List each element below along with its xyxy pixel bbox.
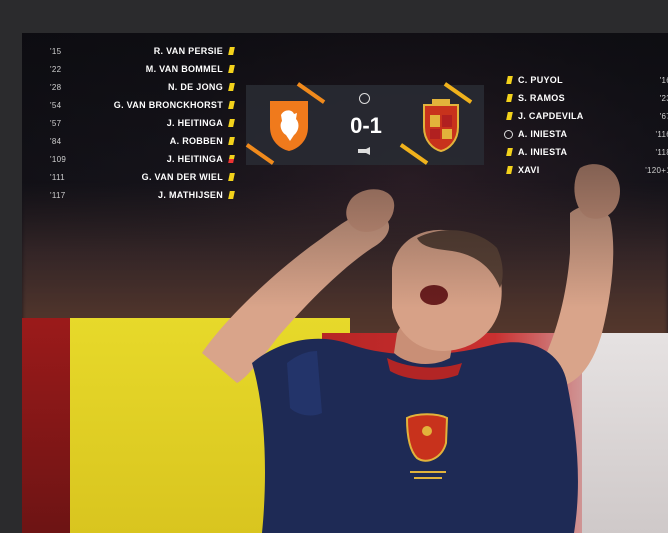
second-yellow-card-icon <box>228 155 235 163</box>
yellow-card-icon <box>228 101 235 109</box>
event-player: J. CAPDEVILA <box>518 111 584 121</box>
yellow-card-icon <box>506 166 513 174</box>
event-minute: '57 <box>50 118 62 128</box>
event-player: J. MATHIJSEN <box>158 190 223 200</box>
event-player: A. INIESTA <box>518 147 568 157</box>
home-event: '57 J. HEITINGA <box>50 114 240 132</box>
event-minute: '15 <box>50 46 62 56</box>
event-player: C. PUYOL <box>518 75 563 85</box>
yellow-card-icon <box>228 173 235 181</box>
event-minute: '28 <box>50 82 62 92</box>
spain-crest-icon <box>423 99 459 153</box>
event-minute: '118 <box>655 147 668 157</box>
yellow-card-icon <box>228 137 235 145</box>
photo-frame: '15 R. VAN PERSIE '22 M. VAN BOMMEL '28 N. … <box>22 33 668 533</box>
netherlands-crest-icon <box>270 101 308 151</box>
event-player: A. ROBBEN <box>169 136 223 146</box>
away-event: XAVI '120+1 <box>501 161 668 179</box>
away-events-list: C. PUYOL'16 S. RAMOS'23 J. CAPDEVILA'67 … <box>501 71 668 179</box>
event-minute: '23 <box>659 93 668 103</box>
home-event: '109 J. HEITINGA <box>50 150 240 168</box>
scoreboard: 0-1 <box>245 82 484 165</box>
event-minute: '111 <box>50 172 65 182</box>
event-minute: '54 <box>50 100 62 110</box>
yellow-card-icon <box>228 65 235 73</box>
event-player: XAVI <box>518 165 540 175</box>
event-player: G. VAN DER WIEL <box>141 172 223 182</box>
away-event: S. RAMOS '23 <box>501 89 668 107</box>
home-event: '22 M. VAN BOMMEL <box>50 60 240 78</box>
yellow-card-icon <box>506 76 513 84</box>
event-player: S. RAMOS <box>518 93 565 103</box>
whistle-icon <box>358 147 370 155</box>
away-event: C. PUYOL '16 <box>501 71 668 89</box>
event-minute: '22 <box>50 64 62 74</box>
event-minute: '120+1 <box>645 165 668 175</box>
event-minute: '67 <box>659 111 668 121</box>
home-event: '111 G. VAN DER WIEL <box>50 168 240 186</box>
event-player: M. VAN BOMMEL <box>145 64 223 74</box>
home-event: '84 A. ROBBEN <box>50 132 240 150</box>
yellow-card-icon <box>228 119 235 127</box>
event-player: A. INIESTA <box>518 129 568 139</box>
event-player: G. VAN BRONCKHORST <box>113 100 223 110</box>
event-minute: '84 <box>50 136 62 146</box>
event-minute: '116 <box>655 129 668 139</box>
yellow-card-icon <box>506 112 513 120</box>
event-player: N. DE JONG <box>167 82 223 92</box>
home-event: '117 J. MATHIJSEN <box>50 186 240 204</box>
away-event: J. CAPDEVILA '67 <box>501 107 668 125</box>
goal-ball-icon <box>504 129 513 139</box>
away-event: A. INIESTA '118 <box>501 143 668 161</box>
event-minute: '16 <box>659 75 668 85</box>
yellow-card-icon <box>228 191 235 199</box>
yellow-card-icon <box>506 148 513 156</box>
event-minute: '109 <box>50 154 67 164</box>
yellow-card-icon <box>228 83 235 91</box>
event-player: J. HEITINGA <box>166 154 223 164</box>
event-player: J. HEITINGA <box>166 118 223 128</box>
event-minute: '117 <box>50 190 66 200</box>
event-player: R. VAN PERSIE <box>153 46 223 56</box>
home-event: '15 R. VAN PERSIE <box>50 42 240 60</box>
soccer-ball-icon <box>359 93 370 104</box>
yellow-card-icon <box>228 47 235 55</box>
match-score: 0-1 <box>350 113 382 138</box>
home-event: '54 G. VAN BRONCKHORST <box>50 96 240 114</box>
yellow-card-icon <box>506 94 513 102</box>
home-events-list: '15 R. VAN PERSIE '22 M. VAN BOMMEL '28 N. … <box>50 42 240 204</box>
home-event: '28 N. DE JONG <box>50 78 240 96</box>
away-event: A. INIESTA '116 <box>501 125 668 143</box>
